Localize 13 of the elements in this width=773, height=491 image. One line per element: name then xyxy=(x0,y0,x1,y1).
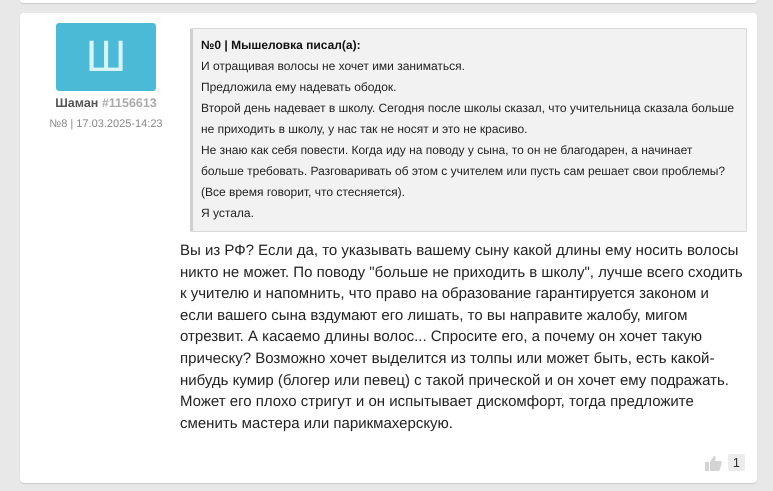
post-text: Вы из РФ? Если да, то указывать вашему сыну какой длины ему носить волосы никто не может. По поводу "больше не приходить в школу", лучше всего сходить к учителю и напомнить, что право на образование гарантируется законом и если вашего сына вздумают его лишать, то вы направите жалобу, мигом отрезвит. А касаемо длины волос... Спросите его, а почему он хочет такую прическу? Возможно хочет выделится из толпы или может быть, есть какой-нибудь кумир (блогер или певец) с такой прической и он хочет ему подражать. Может его плохо стригут и он испытывает дискомфорт, тогда предложите сменить мастера или парикмахерскую. xyxy=(180,241,744,434)
quote-text: Я устала. xyxy=(201,205,255,222)
quote-header: №0 | Мышеловка писал(а): xyxy=(201,37,362,54)
author-name[interactable]: Шаман xyxy=(55,96,98,110)
thumbs-up-icon[interactable] xyxy=(704,454,722,470)
quote-text: Предложила ему надевать ободок. xyxy=(201,79,398,96)
post-meta: №8 | 17.03.2025-14:23 xyxy=(49,118,163,130)
quote-text: Второй день надевает в школу. Сегодня после школы сказал, что учительница сказала больше не приходить в школу, у нас так не носят и это не красиво. xyxy=(201,100,736,138)
quote-text: Не знаю как себя повести. Когда иду на поводу у сына, то он не благодарен, а начинает больше требовать. Разговаривать об этом с учителем или пусть сам решает свои проблемы? (Все время говорит, что стесняется). xyxy=(201,142,726,201)
avatar: Ш xyxy=(56,23,156,91)
author-id: #1156613 xyxy=(102,96,157,110)
like-count: 1 xyxy=(728,454,745,471)
quote-text: И отращивая волосы не хочет ими заниматься. xyxy=(201,58,466,75)
